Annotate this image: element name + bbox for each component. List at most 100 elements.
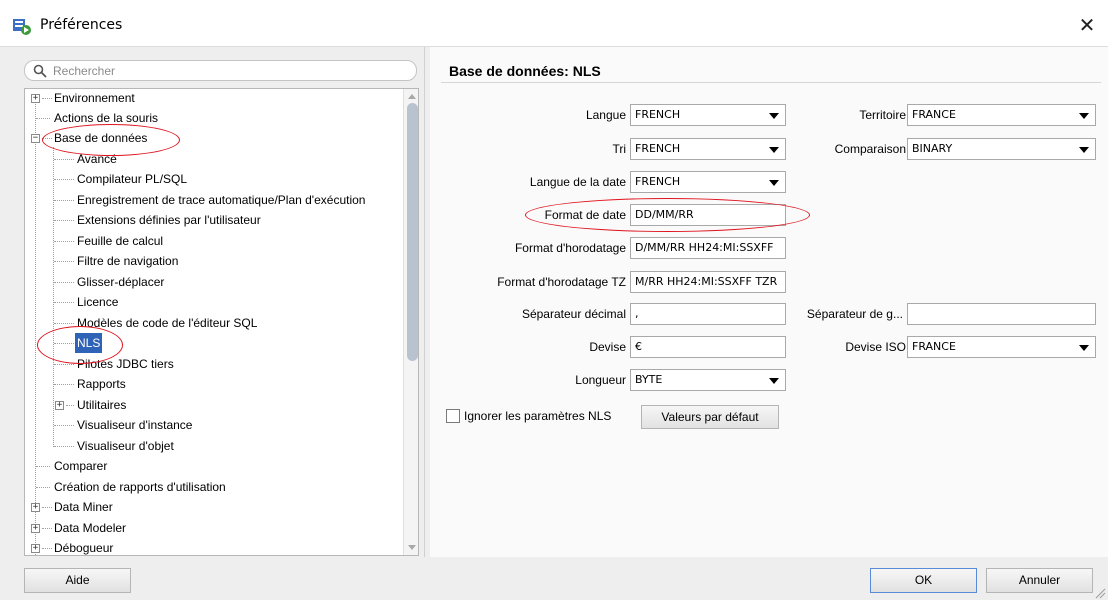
search-icon — [33, 64, 47, 78]
tree-item-visualiseur-instance[interactable]: Visualiseur d'instance — [25, 415, 194, 435]
window-title: Préférences — [40, 17, 123, 33]
search-input[interactable] — [51, 62, 411, 79]
scroll-down-icon[interactable] — [408, 545, 416, 550]
app-icon — [13, 19, 31, 35]
tree-item-label: Compilateur PL/SQL — [77, 172, 188, 186]
devise-iso-select[interactable]: FRANCE — [907, 336, 1096, 358]
tree-item-label: Licence — [77, 295, 119, 309]
scroll-up-icon[interactable] — [408, 94, 416, 99]
chevron-down-icon — [1079, 113, 1089, 119]
tree-item-extensions[interactable]: Extensions définies par l'utilisateur — [25, 210, 263, 230]
tree-item-debogueur[interactable]: + Débogueur — [25, 538, 115, 555]
tree-item-label: NLS — [75, 333, 103, 353]
scroll-thumb[interactable] — [407, 103, 418, 361]
tree-item-label: Avancé — [77, 152, 117, 166]
territoire-label: Territoire — [859, 108, 906, 122]
expand-icon[interactable]: + — [31, 524, 40, 533]
tree-scrollbar[interactable] — [403, 89, 418, 555]
tree-item-label: Extensions définies par l'utilisateur — [77, 213, 261, 227]
tree-item-label: Feuille de calcul — [77, 234, 164, 248]
devise-label: Devise — [589, 340, 626, 354]
tree-item-label: Visualiseur d'instance — [77, 418, 193, 432]
tree-item-licence[interactable]: Licence — [25, 292, 120, 312]
devise-field[interactable]: € — [630, 336, 786, 358]
longueur-value: BYTE — [635, 373, 663, 386]
tree-item-nls[interactable]: NLS — [25, 333, 103, 353]
longueur-select[interactable]: BYTE — [630, 369, 786, 391]
langue-date-value: FRENCH — [635, 175, 681, 188]
tree-item-visualiseur-objet[interactable]: Visualiseur d'objet — [25, 436, 176, 456]
format-date-label: Format de date — [544, 208, 626, 222]
tree-item-filtre-navigation[interactable]: Filtre de navigation — [25, 251, 180, 271]
tree-item-creation-rapports[interactable]: Création de rapports d'utilisation — [25, 477, 228, 497]
tree-item-label: Filtre de navigation — [77, 254, 179, 268]
tree-item-label: Actions de la souris — [54, 111, 159, 125]
tree-item-glisser-deplacer[interactable]: Glisser-déplacer — [25, 272, 166, 292]
close-button[interactable]: ✕ — [1070, 10, 1104, 42]
tree-item-label: Rapports — [77, 377, 126, 391]
separateur-decimal-field[interactable]: , — [630, 303, 786, 325]
tree-item-label: Data Modeler — [54, 521, 127, 535]
devise-iso-label: Devise ISO — [845, 340, 906, 354]
help-button[interactable]: Aide — [24, 568, 131, 593]
resize-grip-icon[interactable] — [1094, 587, 1106, 599]
separateur-groupe-field[interactable] — [907, 303, 1096, 325]
expand-icon[interactable]: + — [55, 401, 64, 410]
ignorer-nls-checkbox[interactable] — [446, 409, 460, 423]
tree-item-label: Création de rapports d'utilisation — [54, 480, 226, 494]
tree-item-label: Débogueur — [54, 541, 114, 555]
format-horodatage-tz-field[interactable]: M/RR HH24:MI:SSXFF TZR — [630, 271, 786, 293]
format-horodatage-field[interactable]: D/MM/RR HH24:MI:SSXFF — [630, 237, 786, 259]
tri-select[interactable]: FRENCH — [630, 138, 786, 160]
comparaison-value: BINARY — [912, 142, 953, 155]
tree-item-data-modeler[interactable]: + Data Modeler — [25, 518, 128, 538]
valeurs-par-defaut-button[interactable]: Valeurs par défaut — [641, 405, 779, 429]
tree-item-base-de-donnees[interactable]: − Base de données — [25, 128, 149, 148]
tree-item-comparer[interactable]: Comparer — [25, 456, 109, 476]
cancel-button[interactable]: Annuler — [986, 568, 1093, 593]
tree-item-label: Comparer — [54, 459, 108, 473]
comparaison-select[interactable]: BINARY — [907, 138, 1096, 160]
langue-date-select[interactable]: FRENCH — [630, 171, 786, 193]
tree-item-modeles-code[interactable]: Modèles de code de l'éditeur SQL — [25, 313, 259, 333]
langue-label: Langue — [585, 108, 626, 122]
langue-date-label: Langue de la date — [529, 175, 626, 189]
ok-button[interactable]: OK — [870, 568, 977, 593]
tree-item-label: Glisser-déplacer — [77, 275, 165, 289]
separateur-groupe-label: Séparateur de g... — [806, 307, 903, 321]
search-box[interactable] — [24, 60, 417, 81]
title-bar: Préférences ✕ — [0, 0, 1108, 46]
devise-iso-value: FRANCE — [912, 340, 956, 353]
collapse-icon[interactable]: − — [31, 134, 40, 143]
tree-item-label: Enregistrement de trace automatique/Plan… — [77, 193, 366, 207]
tree-item-pilotes-jdbc[interactable]: Pilotes JDBC tiers — [25, 354, 176, 374]
territoire-select[interactable]: FRANCE — [907, 104, 1096, 126]
tree-item-rapports[interactable]: Rapports — [25, 374, 128, 394]
panel-splitter[interactable] — [424, 47, 428, 557]
expand-icon[interactable]: + — [31, 544, 40, 553]
tree-item-utilitaires[interactable]: + Utilitaires — [25, 395, 128, 415]
tree-item-label: Pilotes JDBC tiers — [77, 357, 174, 371]
expand-icon[interactable]: + — [31, 503, 40, 512]
nls-settings-panel: Base de données: NLS Langue FRENCH Terri… — [430, 47, 1108, 557]
tri-label: Tri — [612, 142, 626, 156]
tree-item-avance[interactable]: Avancé — [25, 149, 119, 169]
chevron-down-icon — [769, 180, 779, 186]
preferences-tree: + Environnement Actions de la souris − B… — [24, 88, 419, 556]
separateur-decimal-label: Séparateur décimal — [521, 307, 626, 321]
tri-value: FRENCH — [635, 142, 681, 155]
tree-item-actions-souris[interactable]: Actions de la souris — [25, 108, 160, 128]
tree-item-environnement[interactable]: + Environnement — [25, 89, 137, 108]
comparaison-label: Comparaison — [834, 142, 906, 156]
tree-item-compilateur[interactable]: Compilateur PL/SQL — [25, 169, 189, 189]
longueur-label: Longueur — [575, 373, 626, 387]
chevron-down-icon — [769, 378, 779, 384]
tree-item-feuille-calcul[interactable]: Feuille de calcul — [25, 231, 165, 251]
expand-icon[interactable]: + — [31, 94, 40, 103]
langue-select[interactable]: FRENCH — [630, 104, 786, 126]
tree-item-enregistrement-trace[interactable]: Enregistrement de trace automatique/Plan… — [25, 190, 367, 210]
format-horodatage-tz-label: Format d'horodatage TZ — [497, 275, 626, 289]
tree-item-data-miner[interactable]: + Data Miner — [25, 497, 115, 517]
format-date-field[interactable]: DD/MM/RR — [630, 204, 786, 226]
ignorer-nls-label[interactable]: Ignorer les paramètres NLS — [464, 406, 634, 426]
